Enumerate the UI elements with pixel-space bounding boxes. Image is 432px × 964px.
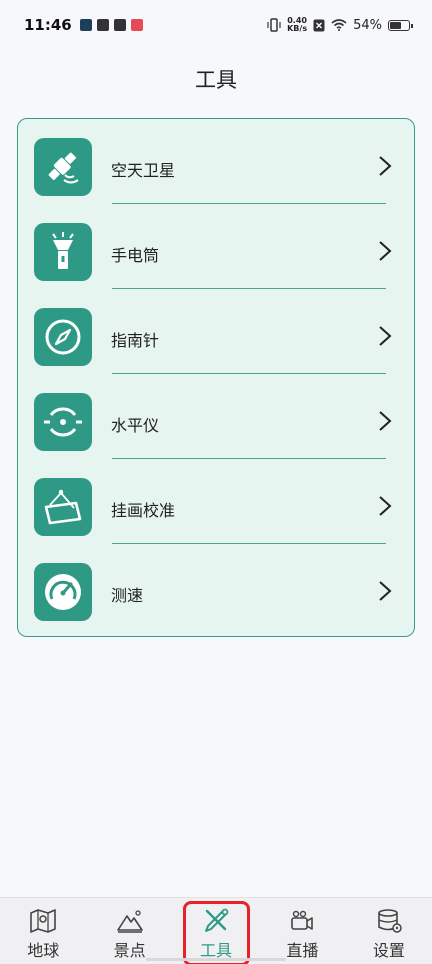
tool-item-satellite[interactable]: 空天卫星: [18, 119, 414, 204]
satellite-icon: [34, 138, 92, 196]
nav-tab-attractions[interactable]: 景点: [86, 898, 172, 964]
net-speed-unit: KB/s: [287, 24, 308, 33]
nav-label: 景点: [113, 941, 146, 960]
nav-label: 地球: [27, 941, 60, 960]
nav-tab-earth[interactable]: 地球: [0, 898, 86, 964]
nav-label: 直播: [286, 941, 319, 960]
link-notification-icon: [96, 19, 109, 31]
chevron-right-icon: [379, 241, 392, 261]
chevron-right-icon: [379, 581, 392, 601]
database-settings-icon: [378, 909, 402, 933]
tool-item-picture-calibration[interactable]: 挂画校准: [18, 459, 414, 544]
chevron-right-icon: [379, 156, 392, 176]
video-camera-icon: [291, 910, 314, 930]
nav-label: 设置: [372, 941, 405, 960]
app-notification-icon: [130, 19, 143, 31]
active-tab-highlight: [183, 901, 250, 964]
tool-label: 测速: [111, 586, 144, 605]
tool-label: 水平仪: [111, 416, 160, 435]
mountain-icon: [116, 910, 143, 933]
tool-item-level[interactable]: 水平仪: [18, 374, 414, 459]
battery-percent: 54%: [353, 17, 382, 33]
nav-tab-settings[interactable]: 设置: [346, 898, 432, 964]
tool-label: 指南针: [111, 331, 160, 350]
net-speed: 0.40 KB/s: [287, 17, 307, 33]
status-time: 11:46: [24, 16, 72, 34]
chevron-right-icon: [379, 326, 392, 346]
notification-icons: [79, 19, 143, 31]
tool-label: 挂画校准: [111, 501, 176, 520]
tool-label: 手电筒: [111, 246, 160, 265]
mail-notification-icon: [113, 19, 126, 31]
speedometer-icon: [34, 563, 92, 621]
tool-item-speed-test[interactable]: 测速: [18, 544, 414, 629]
page-title: 工具: [195, 68, 237, 92]
compass-icon: [34, 308, 92, 366]
tools-list: 空天卫星 手电筒 指南针 水平仪 挂画校准 测速: [17, 118, 415, 637]
tool-label: 空天卫星: [111, 161, 176, 180]
flashlight-icon: [34, 223, 92, 281]
home-indicator: [146, 958, 286, 961]
chevron-right-icon: [379, 496, 392, 516]
wifi-icon: [331, 19, 347, 31]
no-sim-icon: [313, 19, 325, 31]
tool-item-flashlight[interactable]: 手电筒: [18, 204, 414, 289]
tool-item-compass[interactable]: 指南针: [18, 289, 414, 374]
nav-tab-live[interactable]: 直播: [259, 898, 345, 964]
level-icon: [34, 393, 92, 451]
map-icon: [30, 909, 57, 933]
status-bar: 11:46 0.40 KB/s 54%: [0, 0, 432, 50]
app-notification-icon: [79, 19, 92, 31]
picture-frame-icon: [34, 478, 92, 536]
battery-icon: [388, 19, 413, 31]
vibrate-icon: [267, 18, 281, 32]
chevron-right-icon: [379, 411, 392, 431]
